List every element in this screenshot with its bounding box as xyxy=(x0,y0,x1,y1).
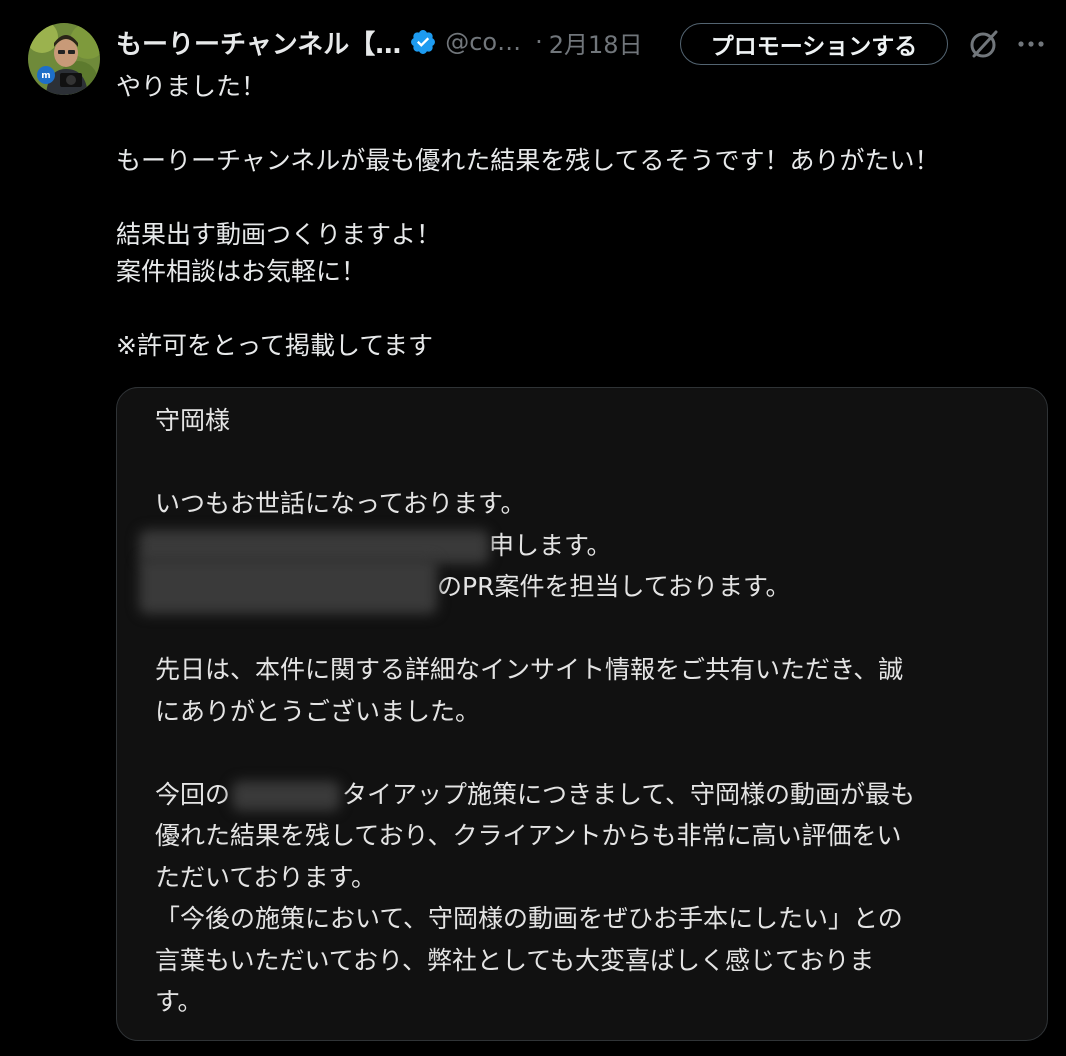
redacted-blur xyxy=(232,780,341,811)
email-result-line: 言葉もいただいており、弊社としても大変喜ばしく感じておりま xyxy=(155,945,875,975)
author-handle[interactable]: @co… xyxy=(445,28,521,56)
avatar-photo: m xyxy=(28,23,100,95)
header-separator: · xyxy=(535,28,543,56)
post-text-line: もーりーチャンネルが最も優れた結果を残してるそうです！ありがたい！ xyxy=(116,146,940,175)
email-result-line: 「今後の施策において、守岡様の動画をぜひお手本にしたい」との xyxy=(155,904,903,933)
promote-button[interactable]: プロモーションする xyxy=(680,23,948,65)
email-result-line: ただいております。 xyxy=(155,862,377,892)
email-salutation: 守岡様 xyxy=(155,406,231,435)
verified-badge-icon[interactable] xyxy=(409,28,437,56)
post-text-blank xyxy=(116,179,1036,216)
more-options-icon[interactable] xyxy=(1016,30,1046,58)
post: m もーりーチャンネル【… @co… · 2月18日 プロモーションする やりま… xyxy=(0,0,1066,1056)
email-blank xyxy=(155,442,1025,484)
author-avatar[interactable]: m xyxy=(28,23,100,95)
grok-icon[interactable] xyxy=(968,28,1000,60)
email-result-suffix: タイアップ施策につきまして、守岡様の動画が最も xyxy=(342,779,916,809)
email-result-line: 今回の タイアップ施策につきまして、守岡様の動画が最も xyxy=(155,774,1025,816)
author-display-name[interactable]: もーりーチャンネル【… xyxy=(116,24,401,61)
svg-text:m: m xyxy=(41,71,50,81)
email-result-prefix: 今回の xyxy=(155,779,231,809)
post-text-line: やりました！ xyxy=(116,72,267,101)
post-date[interactable]: 2月18日 xyxy=(549,25,643,60)
email-pr-suffix: のPR案件を担当しております。 xyxy=(437,572,791,601)
email-screenshot: 守岡様 いつもお世話になっております。 申します。 のPR案件を担当しております… xyxy=(139,400,1025,1023)
post-text-line: ※許可をとって掲載してます xyxy=(116,331,433,360)
email-blank xyxy=(155,732,1025,774)
post-text-blank xyxy=(116,290,1036,327)
email-result-line: す。 xyxy=(155,987,203,1016)
email-name-suffix: 申します。 xyxy=(489,530,612,560)
email-result-line: 優れた結果を残しており、クライアントからも非常に高い評価をい xyxy=(155,821,902,850)
email-thanks-line: 先日は、本件に関する詳細なインサイト情報をご共有いただき、誠 xyxy=(155,655,904,684)
redacted-blur xyxy=(139,558,437,614)
post-text-blank xyxy=(116,105,1036,142)
email-greeting: いつもお世話になっております。 xyxy=(155,489,526,518)
post-header: もーりーチャンネル【… @co… · 2月18日 xyxy=(116,22,643,62)
post-text-line: 案件相談はお気軽に！ xyxy=(116,257,367,286)
email-pr-line: のPR案件を担当しております。 xyxy=(139,558,1025,614)
email-thanks-line: にありがとうございました。 xyxy=(155,696,481,726)
attached-image[interactable]: 守岡様 いつもお世話になっております。 申します。 のPR案件を担当しております… xyxy=(116,387,1048,1041)
post-text: やりました！ もーりーチャンネルが最も優れた結果を残してるそうです！ありがたい！… xyxy=(116,68,1036,364)
post-text-line: 結果出す動画つくりますよ！ xyxy=(116,220,442,249)
